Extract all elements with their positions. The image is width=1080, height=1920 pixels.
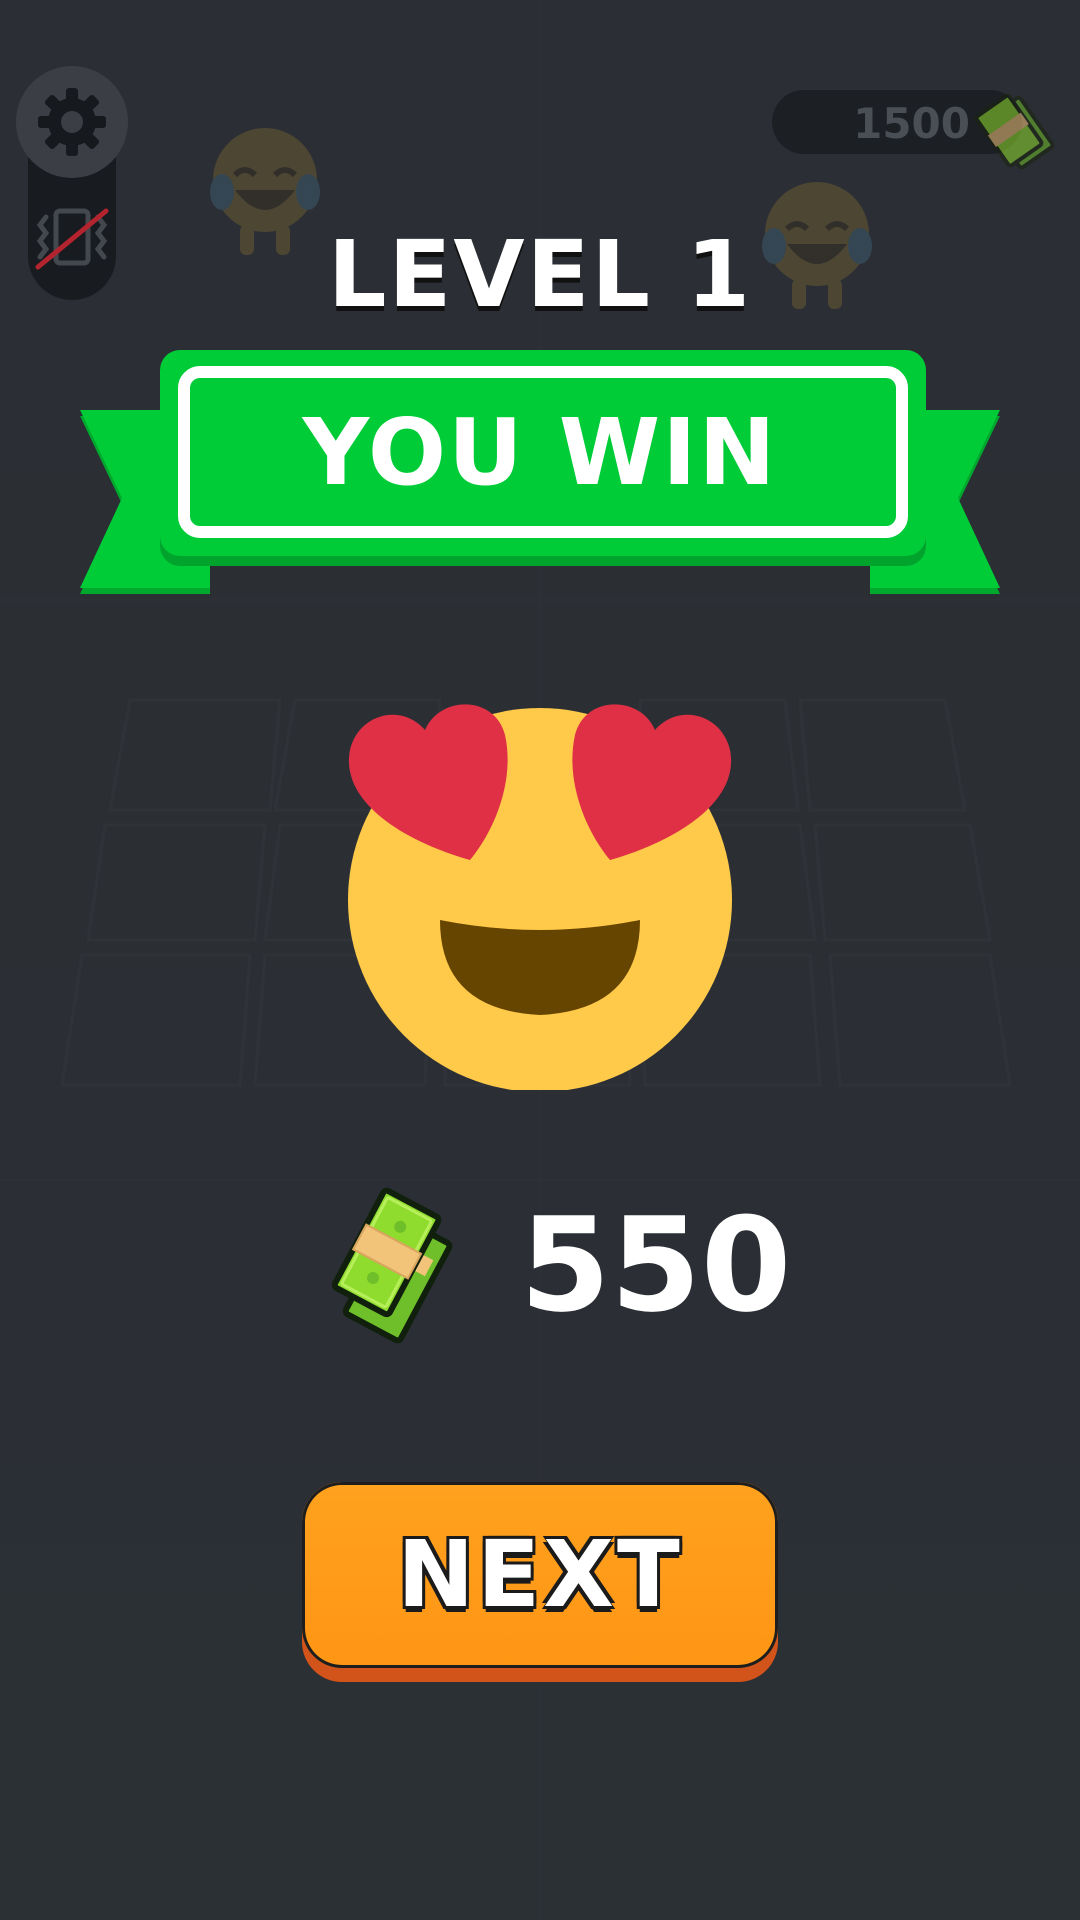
level-title: LEVEL 1	[327, 221, 753, 328]
currency-total: 1500	[853, 99, 970, 148]
next-button[interactable]: NEXT	[302, 1482, 778, 1682]
heart-eyes-emoji	[348, 704, 732, 1090]
cash-stack-icon	[974, 93, 1055, 170]
gear-icon	[38, 88, 106, 156]
win-screen: 1500 LEVEL 1 YOU WIN 550 NEXT	[0, 0, 1080, 1920]
settings-button[interactable]	[16, 66, 128, 178]
cash-stack-icon	[331, 1187, 453, 1344]
next-button-face: NEXT	[302, 1482, 778, 1668]
next-button-label: NEXT	[397, 1521, 683, 1628]
you-win-text: YOU WIN	[302, 399, 778, 506]
reward-amount: 550	[520, 1189, 792, 1341]
